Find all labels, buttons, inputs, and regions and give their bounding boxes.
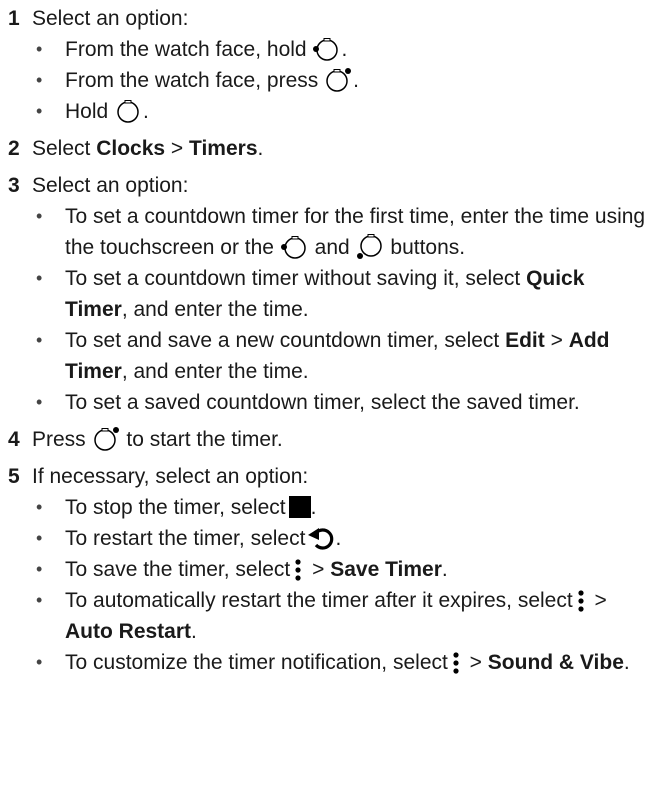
step-4: 4 Press to start the timer. — [8, 424, 651, 455]
menu-name-edit: Edit — [505, 329, 545, 352]
bullet: • — [36, 528, 43, 548]
option-text-end: . — [441, 558, 448, 581]
option-text-end: , and enter the time. — [121, 360, 309, 383]
step-text: If necessary, select an option: — [32, 465, 309, 488]
option-list: • To stop the timer, select. • To restar… — [32, 492, 651, 678]
step-text-end: . — [257, 137, 264, 160]
option-text-end: . — [335, 527, 342, 550]
watch-button-upper-left-icon — [280, 234, 308, 260]
option-text: To set a countdown timer for the first t… — [65, 205, 646, 259]
separator: > — [165, 137, 190, 160]
bullet: • — [36, 330, 43, 350]
list-item: • To save the timer, select > Save Timer… — [36, 554, 651, 585]
option-text: To customize the timer notification, sel… — [65, 651, 448, 674]
option-text: From the watch face, press — [65, 69, 319, 92]
menu-name-save-timer: Save Timer — [330, 558, 442, 581]
option-list: • From the watch face, hold . • From the… — [32, 34, 651, 127]
option-text: To set and save a new countdown timer, s… — [65, 329, 506, 352]
step-1: 1 Select an option: • From the watch fac… — [8, 3, 651, 127]
option-text: To stop the timer, select — [65, 496, 286, 519]
menu-name-clocks: Clocks — [96, 137, 166, 160]
watch-button-upper-left-icon — [313, 36, 340, 62]
step-2: 2 Select Clocks > Timers. — [8, 133, 651, 164]
option-text-end: , and enter the time. — [121, 298, 309, 321]
watch-button-lower-icon — [115, 98, 142, 124]
option-text: To set a countdown timer without saving … — [65, 267, 527, 290]
menu-name-auto-restart: Auto Restart — [65, 620, 192, 643]
option-text: From the watch face, hold — [65, 38, 307, 61]
option-text-end: . — [623, 651, 630, 674]
option-text: Hold — [65, 100, 109, 123]
restart-icon — [307, 525, 335, 551]
step-text-end: to start the timer. — [126, 428, 283, 451]
list-item: • To customize the timer notification, s… — [36, 647, 651, 678]
bullet: • — [36, 392, 43, 412]
separator: > — [544, 329, 569, 352]
menu-name-timers: Timers — [189, 137, 258, 160]
option-text-end: . — [341, 38, 348, 61]
option-text: To restart the timer, select — [65, 527, 306, 550]
bullet: • — [36, 559, 43, 579]
option-text-end: . — [310, 496, 317, 519]
list-item: • To set and save a new countdown timer,… — [36, 325, 651, 387]
option-text-and: and — [314, 236, 350, 259]
step-number: 3 — [8, 174, 20, 197]
list-item: • To stop the timer, select. — [36, 492, 651, 523]
option-text-end: buttons. — [390, 236, 466, 259]
menu-dots-icon — [293, 558, 303, 582]
list-item: • To restart the timer, select. — [36, 523, 651, 554]
list-item: • From the watch face, hold . — [36, 34, 651, 65]
option-text-end: . — [191, 620, 197, 643]
step-5: 5 If necessary, select an option: • To s… — [8, 461, 651, 678]
option-text: To set a saved countdown timer, select t… — [65, 391, 580, 414]
option-text: To automatically restart the timer after… — [65, 589, 573, 612]
bullet: • — [36, 70, 43, 90]
step-number: 2 — [8, 137, 20, 160]
watch-button-upper-right-icon — [93, 426, 120, 452]
step-text: Select an option: — [32, 174, 189, 197]
option-text-end: . — [353, 69, 359, 92]
step-3: 3 Select an option: • To set a countdown… — [8, 170, 651, 418]
bullet: • — [36, 101, 43, 121]
watch-button-upper-right-icon — [325, 67, 352, 93]
separator: > — [588, 589, 607, 612]
bullet: • — [36, 652, 43, 672]
stop-icon — [288, 496, 311, 518]
list-item: • Hold . — [36, 96, 651, 127]
watch-button-lower-left-icon — [356, 234, 384, 260]
step-number: 1 — [8, 7, 20, 30]
step-text: Press — [32, 428, 86, 451]
bullet: • — [36, 590, 43, 610]
menu-name-sound-vibe: Sound & Vibe — [487, 651, 624, 674]
menu-dots-icon — [451, 651, 461, 675]
step-number: 4 — [8, 428, 20, 451]
list-item: • To automatically restart the timer aft… — [36, 585, 651, 647]
bullet: • — [36, 497, 43, 517]
list-item: • To set a countdown timer without savin… — [36, 263, 651, 325]
bullet: • — [36, 206, 43, 226]
list-item: • From the watch face, press . — [36, 65, 651, 96]
step-text: Select an option: — [32, 7, 189, 30]
step-text: Select — [32, 137, 97, 160]
separator: > — [463, 651, 488, 674]
option-list: • To set a countdown timer for the first… — [32, 201, 651, 418]
option-text-end: . — [143, 100, 149, 123]
menu-dots-icon — [576, 589, 586, 613]
bullet: • — [36, 268, 43, 288]
option-text: To save the timer, select — [65, 558, 291, 581]
bullet: • — [36, 39, 43, 59]
step-number: 5 — [8, 465, 20, 488]
list-item: • To set a saved countdown timer, select… — [36, 387, 651, 418]
list-item: • To set a countdown timer for the first… — [36, 201, 651, 263]
separator: > — [306, 558, 331, 581]
instructions: 1 Select an option: • From the watch fac… — [0, 0, 651, 678]
